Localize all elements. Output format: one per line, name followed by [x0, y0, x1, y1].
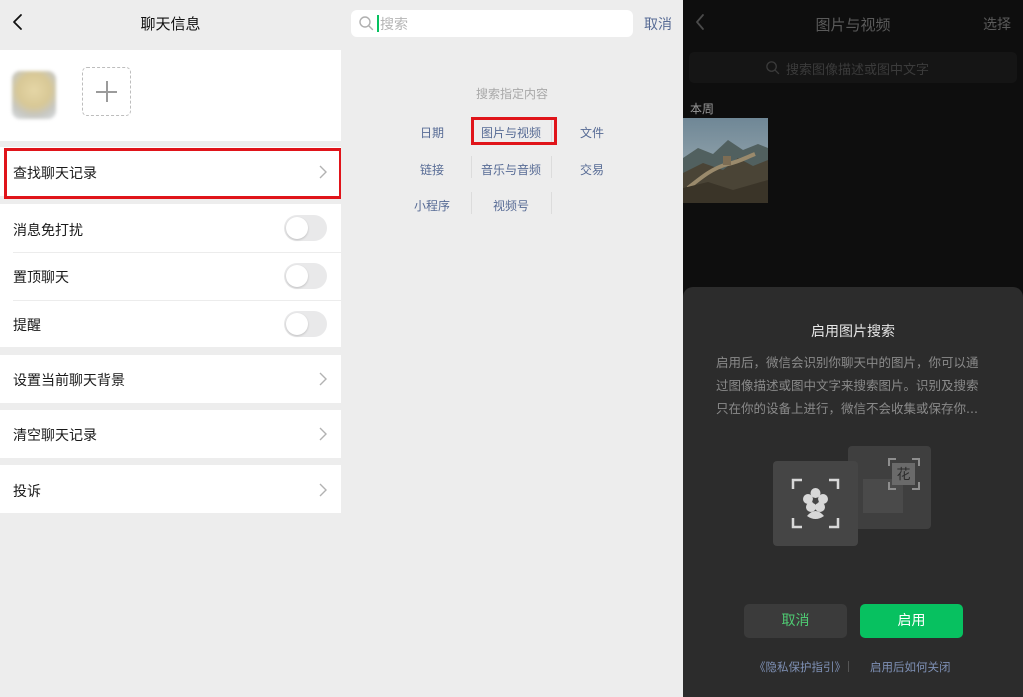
page-title: 聊天信息 [140, 15, 201, 33]
search-input[interactable]: 搜索 [351, 10, 633, 37]
search-hint: 搜索指定内容 [475, 87, 548, 101]
search-panel: 搜索 取消 搜索指定内容 日期 图片与视频 文件 链接 音乐与音频 交易 小程序… [341, 0, 683, 697]
report-card: 投诉 [0, 465, 341, 513]
category-files[interactable]: 文件 [574, 124, 610, 141]
image-search-placeholder: 搜索图像描述或图中文字 [786, 63, 930, 78]
search-icon [766, 61, 780, 75]
category-channels[interactable]: 视频号 [487, 197, 535, 214]
highlight-box-find-history [4, 148, 342, 199]
sticky-on-top-row: 置顶聊天 [0, 253, 341, 300]
clear-history-row[interactable]: 清空聊天记录 [0, 410, 341, 458]
reminder-label: 提醒 [13, 318, 41, 334]
media-title: 图片与视频 [815, 16, 891, 34]
dialog-description: 启用后，微信会识别你聊天中的图片，你可以通 过图像描述或图中文字来搜索图片。识别… [716, 355, 979, 416]
image-search-input[interactable]: 搜索图像描述或图中文字 [689, 52, 1017, 83]
category-mini-programs[interactable]: 小程序 [408, 197, 456, 214]
set-background-row[interactable]: 设置当前聊天背景 [0, 355, 341, 403]
chat-info-nav-bar: 聊天信息 [0, 0, 341, 46]
text-scan-icon: 花 [888, 458, 920, 490]
add-member-button[interactable] [82, 67, 131, 116]
category-date[interactable]: 日期 [414, 124, 450, 141]
photo-thumbnail[interactable] [683, 118, 768, 203]
clear-history-card: 清空聊天记录 [0, 410, 341, 458]
enable-image-search-dialog: 启用图片搜索 启用后，微信会识别你聊天中的图片，你可以通 过图像描述或图中文字来… [683, 287, 1023, 697]
chevron-right-icon [319, 427, 327, 441]
category-transactions[interactable]: 交易 [574, 161, 610, 178]
svg-text:花: 花 [897, 467, 911, 483]
reminder-toggle[interactable] [284, 311, 327, 337]
toggles-card: 消息免打扰 置顶聊天 提醒 [0, 204, 341, 347]
set-background-label: 设置当前聊天背景 [13, 373, 125, 389]
member-avatar[interactable] [12, 71, 56, 119]
mute-notifications-row: 消息免打扰 [0, 204, 341, 252]
report-row[interactable]: 投诉 [0, 465, 341, 513]
highlight-box-photos-videos [471, 117, 557, 145]
dialog-enable-button[interactable]: 启用 [860, 604, 963, 638]
mute-notifications-label: 消息免打扰 [13, 223, 83, 239]
category-links[interactable]: 链接 [414, 161, 450, 178]
set-background-card: 设置当前聊天背景 [0, 355, 341, 403]
cancel-search-button[interactable]: 取消 [644, 14, 672, 34]
chat-members-section [0, 50, 341, 141]
clear-history-label: 清空聊天记录 [13, 428, 97, 444]
chat-info-panel: 聊天信息 查找聊天记录 消息免打扰 置顶聊天 提醒 设置当前聊天背景 清空聊天记… [0, 0, 342, 697]
sticky-on-top-label: 置顶聊天 [13, 270, 69, 286]
dialog-cancel-button[interactable]: 取消 [744, 604, 847, 638]
search-placeholder: 搜索 [380, 17, 408, 33]
privacy-guide-link[interactable]: 《隐私保护指引》 [754, 659, 846, 675]
select-button[interactable]: 选择 [983, 14, 1011, 34]
image-search-illustration: 花 [773, 446, 931, 546]
dialog-title: 启用图片搜索 [811, 324, 895, 340]
how-to-disable-link[interactable]: 启用后如何关闭 [870, 659, 951, 675]
search-icon [359, 16, 374, 31]
section-label-this-week: 本周 [690, 102, 715, 116]
great-wall-photo [683, 118, 768, 203]
media-panel: 图片与视频 选择 搜索图像描述或图中文字 本周 启用图片搜索 启用后，微信会识别… [683, 0, 1023, 697]
mute-notifications-toggle[interactable] [284, 215, 327, 241]
chevron-right-icon [319, 483, 327, 497]
chevron-right-icon [319, 372, 327, 386]
text-caret [377, 15, 379, 32]
report-label: 投诉 [13, 484, 41, 500]
category-music-audio[interactable]: 音乐与音频 [475, 161, 547, 178]
sticky-on-top-toggle[interactable] [284, 263, 327, 289]
reminder-row: 提醒 [0, 301, 341, 347]
